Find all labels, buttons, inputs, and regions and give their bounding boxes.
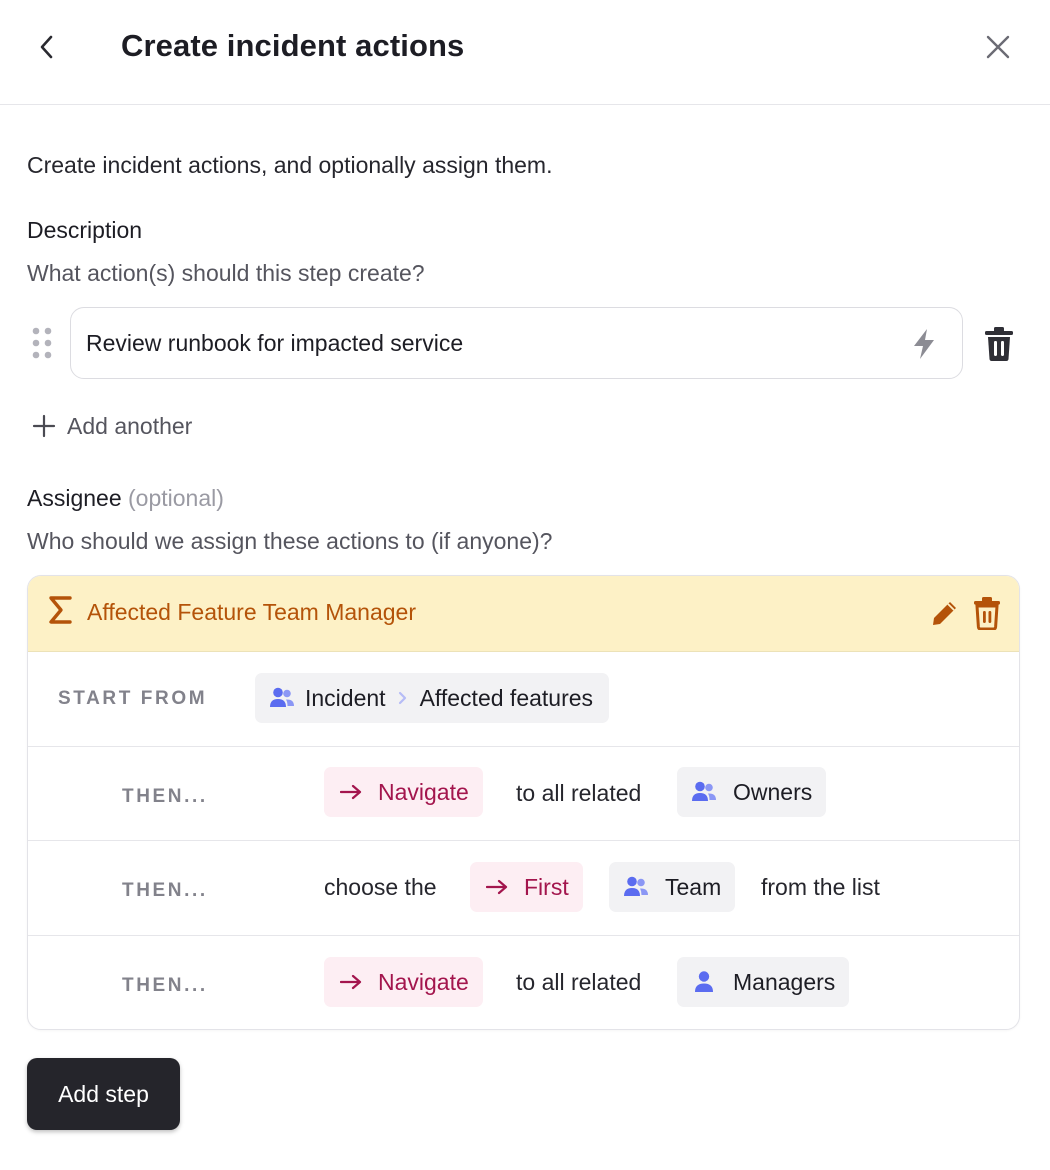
arrow-right-icon: [338, 969, 364, 995]
users-icon: [269, 685, 295, 711]
intro-text: Create incident actions, and optionally …: [27, 152, 553, 178]
plus-icon: [32, 414, 56, 438]
delete-action-button[interactable]: [984, 326, 1014, 362]
close-icon: [986, 35, 1010, 59]
action-input-wrapper: [70, 307, 963, 379]
start-from-path: Affected features: [419, 684, 594, 711]
users-icon: [691, 779, 717, 805]
operation-label: Navigate: [378, 968, 469, 995]
expression-step-1: THEN... Navigate to all related Owners: [28, 747, 1019, 841]
sigma-icon: [48, 594, 76, 630]
operation-label: Navigate: [378, 778, 469, 805]
target-label: Managers: [733, 968, 836, 995]
optional-tag: (optional): [128, 485, 224, 511]
start-from-root: Incident: [305, 684, 386, 711]
assignee-label: Assignee (optional): [27, 485, 224, 512]
add-step-button[interactable]: Add step: [27, 1058, 180, 1130]
add-another-button[interactable]: Add another: [31, 408, 192, 444]
expression-card: Affected Feature Team Manager START FROM: [27, 575, 1020, 1030]
suffix-text: from the list: [761, 874, 880, 900]
delete-expression-button[interactable]: [973, 596, 1001, 630]
then-label: THEN...: [122, 786, 208, 807]
arrow-right-icon: [338, 779, 364, 805]
user-icon: [691, 969, 717, 995]
operation-chip-navigate[interactable]: Navigate: [324, 957, 483, 1007]
operation-chip-first[interactable]: First: [470, 862, 583, 912]
expression-title: Affected Feature Team Manager: [87, 599, 417, 625]
modal-header: Create incident actions: [0, 0, 1050, 105]
start-from-chip[interactable]: Incident Affected features: [255, 673, 610, 723]
pencil-icon[interactable]: [930, 598, 960, 628]
description-label: Description: [27, 217, 143, 243]
description-help: What action(s) should this step create?: [27, 260, 425, 286]
action-input[interactable]: [86, 308, 886, 378]
then-label: THEN...: [122, 975, 208, 996]
page-title: Create incident actions: [121, 28, 465, 63]
target-label: Team: [665, 873, 722, 900]
expression-header: Affected Feature Team Manager: [28, 576, 1019, 652]
assignee-help: Who should we assign these actions to (i…: [27, 528, 553, 554]
chevron-left-icon: [40, 35, 53, 59]
close-button[interactable]: [980, 29, 1016, 65]
add-another-label: Add another: [67, 412, 193, 439]
then-label: THEN...: [122, 880, 208, 901]
operation-chip-navigate[interactable]: Navigate: [324, 767, 483, 817]
target-chip-managers[interactable]: Managers: [677, 957, 850, 1007]
connector-text: to all related: [516, 780, 642, 806]
assignee-label-text: Assignee: [27, 485, 122, 511]
start-from-label: START FROM: [58, 688, 208, 709]
chevron-right-icon: [398, 691, 406, 705]
expression-step-2: THEN... choose the First Team from the l…: [28, 841, 1019, 936]
drag-handle-icon[interactable]: [31, 326, 53, 360]
connector-text: to all related: [516, 969, 642, 995]
arrow-right-icon: [484, 874, 510, 900]
expression-step-3: THEN... Navigate to all related Managers: [28, 936, 1019, 1029]
target-chip-owners[interactable]: Owners: [677, 767, 827, 817]
lightning-icon[interactable]: [910, 328, 938, 360]
users-icon: [623, 874, 649, 900]
operation-label: First: [524, 873, 569, 900]
target-chip-team[interactable]: Team: [609, 862, 736, 912]
start-from-row: START FROM Incident Affected features: [28, 652, 1019, 747]
target-label: Owners: [733, 778, 813, 805]
back-button[interactable]: [30, 30, 64, 64]
prefix-text: choose the: [324, 874, 437, 900]
